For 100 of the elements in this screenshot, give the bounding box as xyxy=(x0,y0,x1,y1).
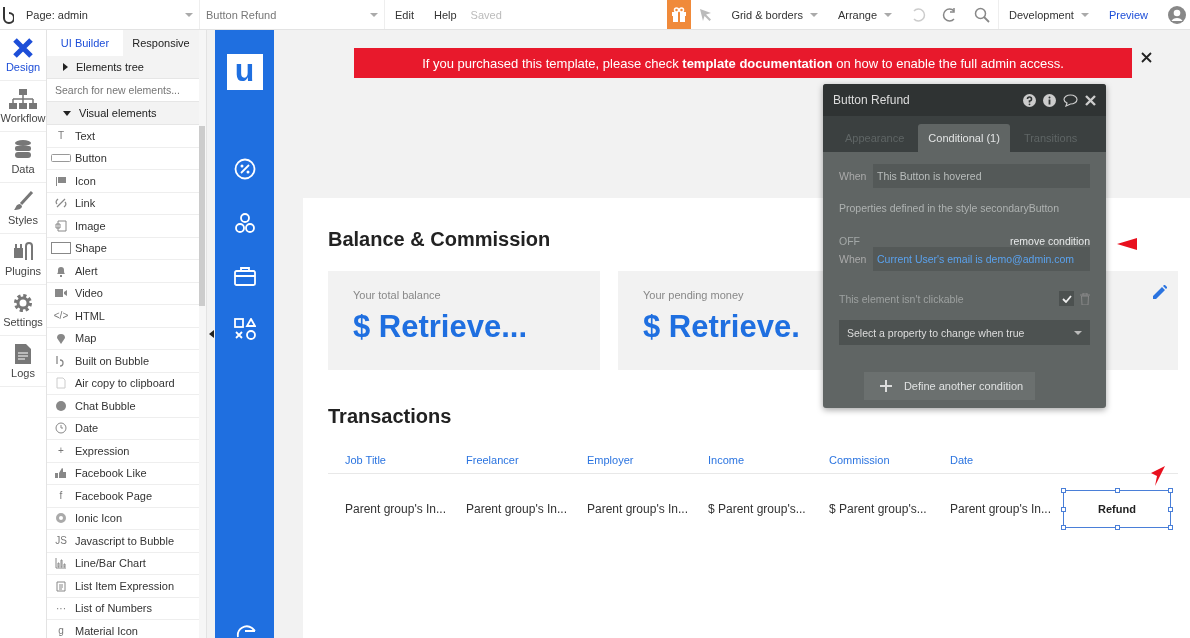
pointer-arrow-icon xyxy=(1151,466,1165,486)
element-item[interactable]: Button xyxy=(75,152,107,165)
element-item[interactable]: Alert xyxy=(75,264,98,277)
column-header[interactable]: Freelancer xyxy=(466,454,587,466)
property-select[interactable]: Select a property to change when true xyxy=(839,320,1090,345)
element-item[interactable]: Video xyxy=(75,287,103,300)
sidebar-tab[interactable]: Logs xyxy=(0,336,46,387)
add-condition-button[interactable]: Define another condition xyxy=(863,372,1036,400)
sidebar-tab[interactable]: Design xyxy=(0,30,46,81)
condition-status: OFF xyxy=(839,235,860,247)
element-icon: f xyxy=(59,490,63,502)
comment-icon[interactable] xyxy=(1063,93,1078,107)
stat-label: Your total balance xyxy=(353,289,441,301)
save-status: Saved xyxy=(469,8,502,21)
element-icon: T xyxy=(57,130,65,142)
element-item[interactable]: Shape xyxy=(75,242,107,255)
sidebar-tab[interactable]: Styles xyxy=(0,183,46,234)
refund-button[interactable]: Refund xyxy=(1063,490,1171,528)
element-icon xyxy=(55,399,67,412)
element-item[interactable]: Material Icon xyxy=(75,624,138,637)
element-icon xyxy=(55,264,67,277)
column-header[interactable]: Income xyxy=(708,454,829,466)
element-icon xyxy=(55,219,67,232)
section-header[interactable]: Elements tree xyxy=(47,56,199,79)
element-item[interactable]: Line/Bar Chart xyxy=(75,557,146,570)
avatar-icon[interactable] xyxy=(1168,5,1186,24)
element-item[interactable]: Text xyxy=(75,129,96,142)
design-icon xyxy=(12,37,34,59)
logo-icon[interactable] xyxy=(2,5,14,24)
element-item[interactable]: Chat Bubble xyxy=(75,399,136,412)
element-item[interactable]: Facebook Page xyxy=(75,489,153,502)
element-icon xyxy=(55,174,67,187)
element-item[interactable]: Icon xyxy=(75,174,96,187)
column-header[interactable]: Job Title xyxy=(345,454,466,466)
mode-select[interactable]: Development xyxy=(998,0,1099,29)
element-item[interactable]: List of Numbers xyxy=(75,602,153,615)
element-item[interactable]: Expression xyxy=(75,444,130,457)
edit-icon[interactable] xyxy=(1153,285,1167,299)
style-note: Properties defined in the style secondaryButton xyxy=(839,202,1061,214)
column-header[interactable]: Employer xyxy=(587,454,708,466)
element-icon xyxy=(55,332,67,345)
menu-item[interactable]: Help xyxy=(423,8,467,21)
percent-icon[interactable] xyxy=(233,158,256,180)
page-select[interactable]: Page: admin xyxy=(20,0,200,29)
element-item[interactable]: Link xyxy=(75,197,96,210)
condition-field[interactable]: This Button is hovered xyxy=(873,164,1090,188)
info-icon[interactable] xyxy=(1043,93,1056,107)
grid-menu[interactable]: Grid & borders xyxy=(721,8,828,21)
pointer-arrow-icon xyxy=(1117,238,1137,250)
element-item[interactable]: Date xyxy=(75,422,99,435)
element-icon xyxy=(55,377,67,390)
property-label: This element isn't clickable xyxy=(839,292,965,305)
element-item[interactable]: Image xyxy=(75,219,106,232)
element-icon: ··· xyxy=(56,602,66,614)
element-icon xyxy=(51,242,71,255)
element-icon: </> xyxy=(53,310,69,322)
table-cell-text: $ Parent group's... xyxy=(829,502,928,516)
menu-item[interactable]: Edit xyxy=(385,8,424,21)
element-item[interactable]: Javascript to Bubble xyxy=(75,534,175,547)
collapse-arrow-icon[interactable] xyxy=(208,330,214,338)
element-item[interactable]: List Item Expression xyxy=(75,579,175,592)
when-label: When xyxy=(839,253,868,265)
shapes-icon[interactable] xyxy=(233,318,256,340)
sidebar-tab[interactable]: Data xyxy=(0,132,46,183)
help-icon[interactable] xyxy=(1023,93,1036,107)
close-icon[interactable] xyxy=(1141,51,1152,63)
app-logo[interactable]: u xyxy=(226,54,263,90)
sidebar-tab[interactable]: Workflow xyxy=(0,81,46,132)
element-icon: g xyxy=(58,625,64,637)
briefcase-icon[interactable] xyxy=(233,266,256,286)
checkbox[interactable] xyxy=(1059,291,1074,306)
sidebar-tab[interactable]: Settings xyxy=(0,285,46,336)
plus-icon xyxy=(879,380,892,392)
column-header[interactable]: Commission xyxy=(829,454,950,466)
gift-button[interactable] xyxy=(667,0,692,29)
element-item[interactable]: Ionic Icon xyxy=(75,512,123,525)
banner-text: If you purchased this template, please check template documentation on how to enable the full admin access. xyxy=(422,55,1064,71)
element-item[interactable]: Air copy to clipboard xyxy=(75,377,175,390)
element-item[interactable]: Facebook Like xyxy=(75,467,147,480)
column-header[interactable]: Date xyxy=(950,454,1071,466)
element-select[interactable]: Button Refund xyxy=(200,0,385,29)
element-item[interactable]: Map xyxy=(75,332,97,345)
table-cell-text: $ Parent group's... xyxy=(708,502,807,516)
sidebar-tab[interactable]: Plugins xyxy=(0,234,46,285)
section-title: Balance & Commission xyxy=(328,228,551,251)
element-icon xyxy=(55,467,67,480)
database-icon xyxy=(14,139,32,161)
remove-condition-link[interactable]: remove condition xyxy=(1010,235,1090,247)
people-icon[interactable] xyxy=(233,212,256,234)
section-header[interactable]: Visual elements xyxy=(47,102,199,125)
brush-icon xyxy=(12,190,34,212)
editor-tab[interactable]: Conditional (1) xyxy=(918,124,1010,152)
arrange-menu[interactable]: Arrange xyxy=(827,8,903,21)
preview-link[interactable]: Preview xyxy=(1098,8,1158,21)
element-item[interactable]: Built on Bubble xyxy=(75,354,149,367)
search-icon[interactable] xyxy=(974,6,991,23)
editor-title: Button Refund xyxy=(833,93,911,107)
panel-tab[interactable]: Responsive xyxy=(123,30,199,56)
element-item[interactable]: HTML xyxy=(75,309,105,322)
element-icon: + xyxy=(58,445,64,457)
